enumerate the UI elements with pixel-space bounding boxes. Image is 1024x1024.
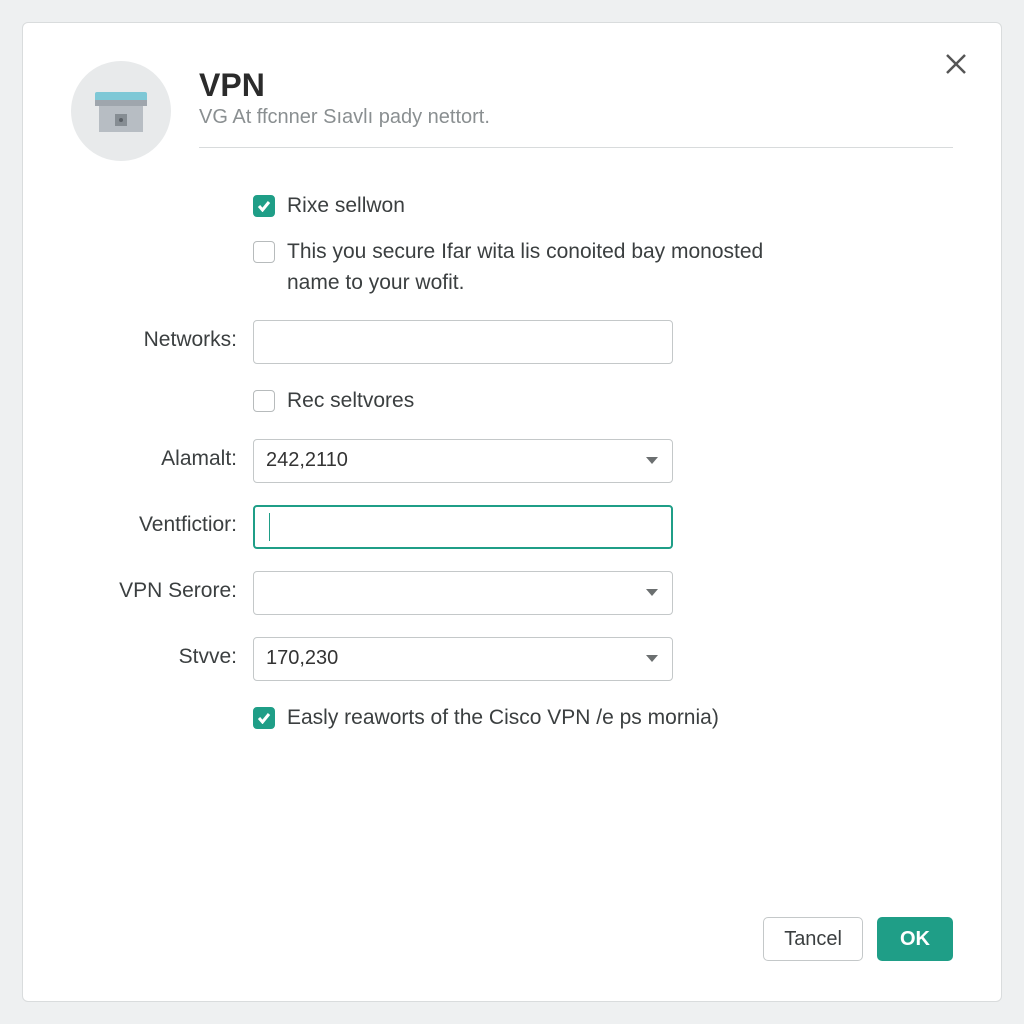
alamalt-select[interactable]: 242,2110 — [253, 439, 673, 483]
vpnserore-label: VPN Serore: — [71, 571, 253, 603]
checkbox-secure-label: This you secure Ifar wita lis conoited b… — [287, 237, 813, 298]
vpn-form: Rixe sellwon This you secure Ifar wita l… — [71, 191, 953, 733]
checkbox-secure[interactable] — [253, 241, 275, 263]
checkbox-rec[interactable] — [253, 390, 275, 412]
check-icon — [257, 712, 271, 724]
ventfictior-input[interactable] — [253, 505, 673, 549]
vpn-store-icon — [71, 61, 171, 161]
chevron-down-icon — [646, 655, 658, 662]
chevron-down-icon — [646, 457, 658, 464]
ventfictior-label: Ventfictior: — [71, 505, 253, 537]
stvve-label: Stvve: — [71, 637, 253, 669]
dialog-header: VPN VG At ffᴄnner Sıavlı pady nettort. — [71, 61, 953, 161]
checkbox-easly-label: Easly reaworts of the Cisco VPN /e ps mo… — [287, 703, 719, 733]
check-icon — [257, 200, 271, 212]
networks-input[interactable] — [253, 320, 673, 364]
ok-button[interactable]: OK — [877, 917, 953, 961]
dialog-subtitle: VG At ffᴄnner Sıavlı pady nettort. — [199, 106, 953, 129]
dialog-title: VPN — [199, 67, 953, 104]
checkbox-rixe-label: Rixe sellwon — [287, 191, 405, 221]
alamalt-value: 242,2110 — [266, 449, 348, 472]
chevron-down-icon — [646, 589, 658, 596]
stvve-select[interactable]: 170,230 — [253, 637, 673, 681]
text-cursor — [269, 513, 270, 541]
checkbox-rec-label: Rec seltvores — [287, 386, 414, 416]
dialog-footer: Tancel OK — [763, 917, 953, 961]
vpn-dialog: VPN VG At ffᴄnner Sıavlı pady nettort. R… — [22, 22, 1002, 1002]
cancel-button[interactable]: Tancel — [763, 917, 863, 961]
close-icon — [945, 53, 967, 75]
title-block: VPN VG At ffᴄnner Sıavlı pady nettort. — [199, 61, 953, 148]
checkbox-rixe[interactable] — [253, 195, 275, 217]
header-divider — [199, 147, 953, 148]
checkbox-easly[interactable] — [253, 707, 275, 729]
stvve-value: 170,230 — [266, 647, 338, 670]
alamalt-label: Alamalt: — [71, 439, 253, 471]
close-button[interactable] — [941, 49, 971, 79]
vpnserore-select[interactable] — [253, 571, 673, 615]
networks-label: Networks: — [71, 320, 253, 352]
